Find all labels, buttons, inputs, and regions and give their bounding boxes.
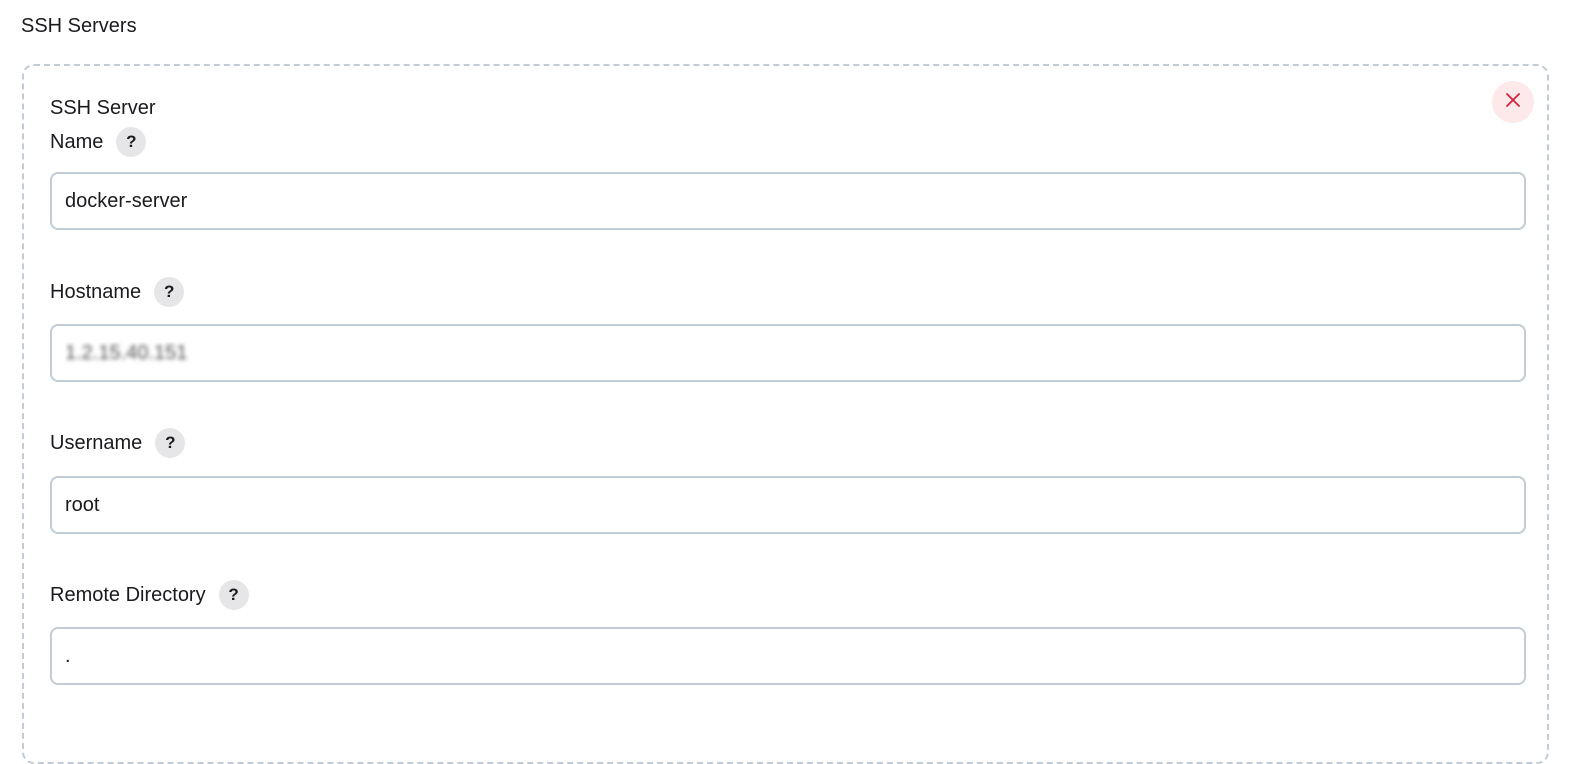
name-label: Name <box>50 131 104 153</box>
name-input[interactable] <box>50 172 1526 230</box>
hostname-field-label: Hostname ? <box>50 277 185 307</box>
delete-server-button[interactable] <box>1492 81 1534 123</box>
username-help-icon[interactable]: ? <box>155 428 186 458</box>
name-help-icon[interactable]: ? <box>116 127 147 157</box>
remote-directory-field-label: Remote Directory ? <box>50 580 249 610</box>
hostname-input[interactable] <box>50 324 1526 382</box>
remote-directory-label: Remote Directory <box>50 584 206 606</box>
name-field-label: Name ? <box>50 127 147 157</box>
remote-directory-help-icon[interactable]: ? <box>218 580 249 610</box>
hostname-label: Hostname <box>50 281 142 303</box>
remote-directory-input[interactable] <box>50 627 1526 685</box>
ssh-server-card: SSH Server Name ? Hostname ? Username ? … <box>22 64 1549 764</box>
username-field-label: Username ? <box>50 428 186 458</box>
username-label: Username <box>50 432 143 454</box>
close-icon <box>1505 92 1521 113</box>
section-title: SSH Servers <box>21 15 137 37</box>
username-input[interactable] <box>50 476 1526 534</box>
hostname-help-icon[interactable]: ? <box>154 277 185 307</box>
ssh-server-header: SSH Server <box>50 97 156 119</box>
